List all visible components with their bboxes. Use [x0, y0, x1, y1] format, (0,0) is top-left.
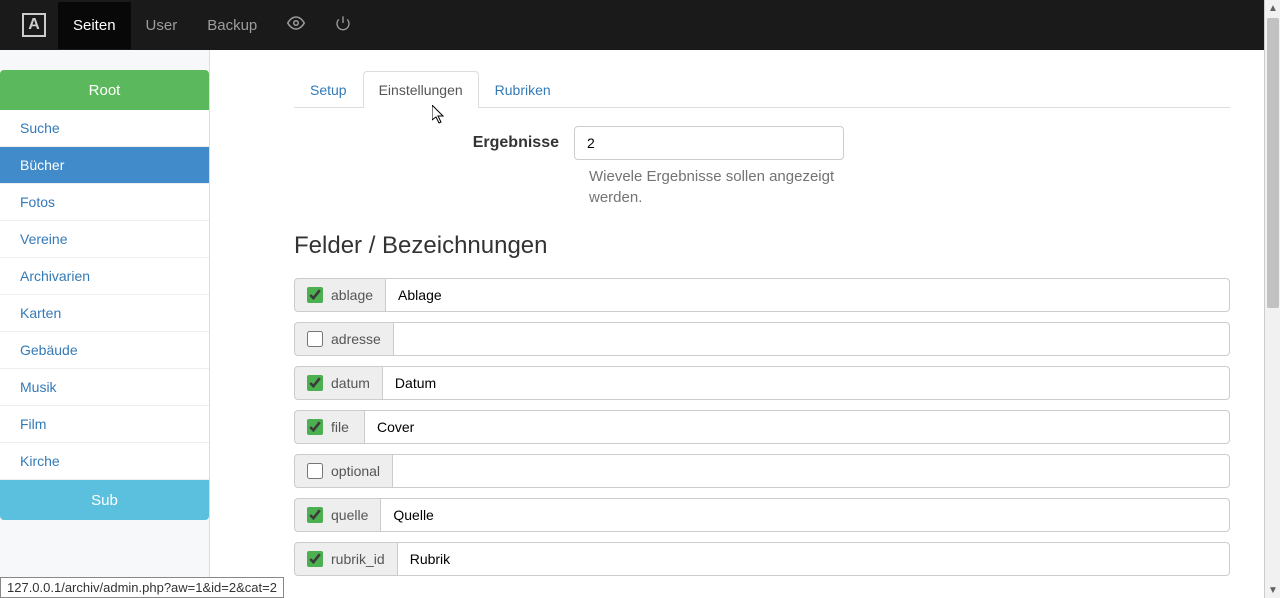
eye-icon[interactable]	[272, 14, 320, 37]
results-label: Ergebnisse	[294, 134, 574, 152]
sidebar-item-gebaeude[interactable]: Gebäude	[0, 332, 209, 369]
field-value-input-datum[interactable]	[382, 366, 1230, 400]
sidebar-item-fotos[interactable]: Fotos	[0, 184, 209, 221]
field-row-datum: datum	[294, 366, 1230, 400]
status-bar: 127.0.0.1/archiv/admin.php?aw=1&id=2&cat…	[0, 577, 284, 598]
field-addon: file	[294, 410, 364, 444]
field-key-label: datum	[331, 375, 370, 391]
scrollbar-thumb[interactable]	[1267, 18, 1279, 308]
field-checkbox-rubrik_id[interactable]	[307, 551, 323, 567]
main-panel: Setup Einstellungen Rubriken Ergebnisse …	[210, 50, 1280, 598]
field-key-label: ablage	[331, 287, 373, 303]
field-value-input-rubrik_id[interactable]	[397, 542, 1230, 576]
field-addon: adresse	[294, 322, 393, 356]
field-key-label: optional	[331, 463, 380, 479]
root-button[interactable]: Root	[0, 70, 209, 110]
nav-user[interactable]: User	[131, 2, 193, 49]
sub-button[interactable]: Sub	[0, 480, 209, 520]
top-navbar: A Seiten User Backup	[0, 0, 1280, 50]
sidebar-item-suche[interactable]: Suche	[0, 110, 209, 147]
field-row-rubrik_id: rubrik_id	[294, 542, 1230, 576]
sidebar-item-karten[interactable]: Karten	[0, 295, 209, 332]
field-row-file: file	[294, 410, 1230, 444]
field-value-input-quelle[interactable]	[380, 498, 1230, 532]
tab-einstellungen[interactable]: Einstellungen	[363, 71, 479, 108]
scrollbar[interactable]: ▲ ▼	[1264, 0, 1280, 598]
field-row-adresse: adresse	[294, 322, 1230, 356]
field-addon: datum	[294, 366, 382, 400]
field-key-label: adresse	[331, 331, 381, 347]
sidebar-item-archivarien[interactable]: Archivarien	[0, 258, 209, 295]
field-addon: quelle	[294, 498, 380, 532]
field-checkbox-datum[interactable]	[307, 375, 323, 391]
field-row-quelle: quelle	[294, 498, 1230, 532]
tab-rubriken[interactable]: Rubriken	[479, 71, 567, 108]
results-help: Wievele Ergebnisse sollen angezeigt werd…	[589, 166, 849, 208]
results-input[interactable]	[574, 126, 844, 160]
power-icon[interactable]	[320, 15, 366, 36]
nav-backup[interactable]: Backup	[192, 2, 272, 49]
field-row-optional: optional	[294, 454, 1230, 488]
field-checkbox-adresse[interactable]	[307, 331, 323, 347]
sidebar-item-musik[interactable]: Musik	[0, 369, 209, 406]
tabs: Setup Einstellungen Rubriken	[294, 70, 1230, 108]
scroll-up-icon[interactable]: ▲	[1265, 0, 1280, 16]
field-value-input-ablage[interactable]	[385, 278, 1230, 312]
sidebar-item-kirche[interactable]: Kirche	[0, 443, 209, 480]
sidebar-item-buecher[interactable]: Bücher	[0, 147, 209, 184]
section-title: Felder / Bezeichnungen	[294, 232, 1230, 260]
logo[interactable]: A	[22, 13, 46, 37]
field-checkbox-ablage[interactable]	[307, 287, 323, 303]
field-addon: rubrik_id	[294, 542, 397, 576]
field-addon: optional	[294, 454, 392, 488]
field-addon: ablage	[294, 278, 385, 312]
field-value-input-adresse[interactable]	[393, 322, 1230, 356]
field-key-label: quelle	[331, 507, 368, 523]
field-value-input-optional[interactable]	[392, 454, 1230, 488]
field-key-label: file	[331, 419, 349, 435]
tab-setup[interactable]: Setup	[294, 71, 363, 108]
sidebar-item-film[interactable]: Film	[0, 406, 209, 443]
field-checkbox-quelle[interactable]	[307, 507, 323, 523]
field-value-input-file[interactable]	[364, 410, 1230, 444]
sidebar-item-vereine[interactable]: Vereine	[0, 221, 209, 258]
field-key-label: rubrik_id	[331, 551, 385, 567]
scroll-down-icon[interactable]: ▼	[1265, 582, 1280, 598]
field-checkbox-optional[interactable]	[307, 463, 323, 479]
field-row-ablage: ablage	[294, 278, 1230, 312]
nav-seiten[interactable]: Seiten	[58, 2, 131, 49]
sidebar: Root Suche Bücher Fotos Vereine Archivar…	[0, 50, 210, 598]
field-checkbox-file[interactable]	[307, 419, 323, 435]
